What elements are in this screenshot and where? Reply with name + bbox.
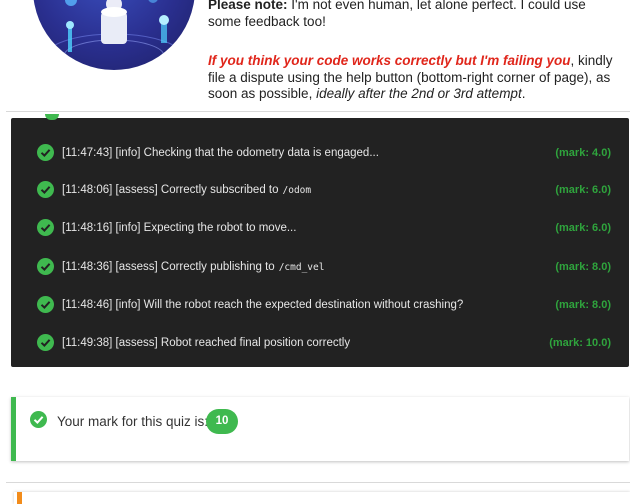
next-card-accent bbox=[17, 492, 22, 504]
log-row: [11:48:36] [assess] Correctly publishing… bbox=[11, 258, 629, 278]
log-row: [11:47:43] [info] Checking that the odom… bbox=[11, 144, 629, 164]
log-time: [11:48:36] bbox=[62, 261, 113, 273]
quiz-result-card: Your mark for this quiz is: 10 bbox=[11, 397, 629, 461]
check-circle-icon bbox=[37, 181, 54, 198]
next-card bbox=[14, 492, 630, 504]
log-time: [11:48:46] bbox=[62, 299, 113, 311]
log-message: [11:47:43] [info] Checking that the odom… bbox=[62, 145, 379, 161]
log-row: [11:48:46] [info] Will the robot reach t… bbox=[11, 296, 629, 316]
log-level: [assess] bbox=[115, 337, 158, 349]
note-label: Please note: bbox=[208, 0, 288, 12]
log-row: [11:48:16] [info] Expecting the robot to… bbox=[11, 219, 629, 239]
log-level: [info] bbox=[115, 299, 141, 311]
dispute-warning: If you think your code works correctly b… bbox=[208, 53, 571, 68]
note-paragraph-2: If you think your code works correctly b… bbox=[208, 53, 618, 103]
log-time: [11:48:16] bbox=[62, 222, 113, 234]
log-mark: (mark: 4.0) bbox=[555, 147, 611, 159]
log-time: [11:48:06] bbox=[62, 184, 113, 196]
log-message: [11:49:38] [assess] Robot reached final … bbox=[62, 335, 350, 351]
log-message: [11:48:36] [assess] Correctly publishing… bbox=[62, 259, 324, 276]
note-text-end: . bbox=[521, 86, 526, 101]
check-circle-icon bbox=[37, 296, 54, 313]
score-badge: 10 bbox=[206, 409, 238, 434]
log-row: [11:48:06] [assess] Correctly subscribed… bbox=[11, 181, 629, 201]
robot-illustration-graphic bbox=[43, 0, 185, 70]
feedback-note: Please note: I'm not even human, let alo… bbox=[208, 0, 618, 103]
log-row: [11:49:38] [assess] Robot reached final … bbox=[11, 334, 629, 354]
log-mark: (mark: 10.0) bbox=[549, 337, 611, 349]
check-circle-icon bbox=[37, 334, 54, 351]
divider bbox=[6, 482, 630, 483]
log-text: Checking that the odometry data is engag… bbox=[143, 147, 379, 159]
assessment-log-panel: [11:47:43] [info] Checking that the odom… bbox=[11, 114, 629, 367]
log-text: Will the robot reach the expected destin… bbox=[143, 299, 464, 311]
topic-code: /odom bbox=[282, 185, 312, 196]
check-circle-icon bbox=[37, 144, 54, 161]
log-mark: (mark: 8.0) bbox=[555, 261, 611, 273]
check-circle-icon bbox=[37, 258, 54, 275]
log-level: [assess] bbox=[115, 184, 158, 196]
note-paragraph-1: Please note: I'm not even human, let alo… bbox=[208, 0, 618, 30]
robot-illustration bbox=[33, 0, 195, 70]
log-time: [11:49:38] bbox=[62, 337, 113, 349]
topic-code: /cmd_vel bbox=[278, 262, 325, 273]
log-text: Correctly subscribed to bbox=[160, 184, 279, 196]
note-italic-text: ideally after the 2nd or 3rd attempt bbox=[316, 86, 522, 101]
log-mark: (mark: 6.0) bbox=[555, 222, 611, 234]
log-level: [info] bbox=[115, 222, 141, 234]
log-level: [assess] bbox=[115, 261, 158, 273]
log-level: [info] bbox=[115, 147, 141, 159]
check-circle-icon bbox=[30, 411, 47, 428]
check-icon bbox=[45, 114, 59, 120]
check-circle-icon bbox=[37, 219, 54, 236]
log-message: [11:48:16] [info] Expecting the robot to… bbox=[62, 220, 296, 236]
log-mark: (mark: 8.0) bbox=[555, 299, 611, 311]
log-time: [11:47:43] bbox=[62, 147, 113, 159]
log-message: [11:48:46] [info] Will the robot reach t… bbox=[62, 297, 463, 313]
log-mark: (mark: 6.0) bbox=[555, 184, 611, 196]
result-label: Your mark for this quiz is: bbox=[57, 414, 209, 429]
log-text: Expecting the robot to move... bbox=[143, 222, 297, 234]
divider bbox=[6, 111, 630, 112]
log-message: [11:48:06] [assess] Correctly subscribed… bbox=[62, 182, 311, 199]
log-text: Robot reached final position correctly bbox=[160, 337, 351, 349]
log-text: Correctly publishing to bbox=[160, 261, 275, 273]
